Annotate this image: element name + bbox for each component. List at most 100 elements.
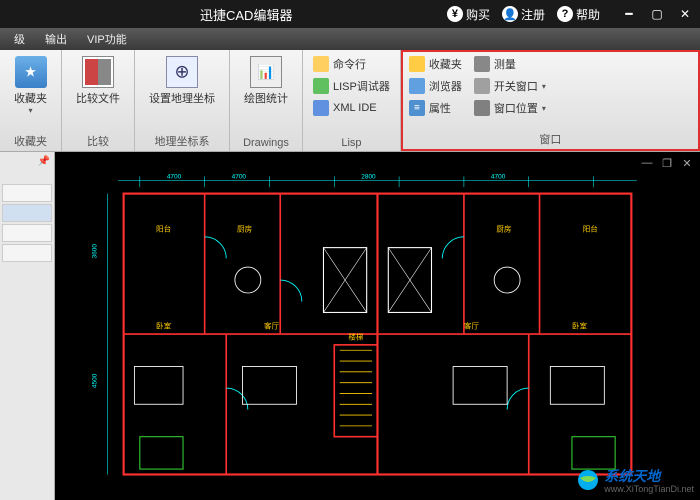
- minimize-button[interactable]: ━: [622, 7, 636, 21]
- group-window-highlighted: 收藏夹 浏览器 属性 测量 开关窗口 ▾: [401, 50, 700, 151]
- chevron-down-icon: ▾: [28, 106, 32, 115]
- svg-text:阳台: 阳台: [583, 223, 598, 233]
- geo-label: 设置地理坐标: [149, 90, 215, 106]
- xml-ide-button[interactable]: XML IDE: [309, 98, 394, 118]
- register-button[interactable]: 👤 注册: [502, 6, 545, 23]
- group-lisp-label: Lisp: [309, 135, 394, 149]
- svg-text:楼梯: 楼梯: [348, 331, 364, 341]
- svg-text:卧室: 卧室: [156, 321, 172, 331]
- svg-text:客厅: 客厅: [464, 321, 480, 331]
- measure-label: 测量: [494, 56, 516, 72]
- compare-files-button[interactable]: 比较文件: [68, 54, 128, 108]
- drawings-label: 绘图统计: [244, 90, 288, 106]
- drawing-canvas[interactable]: — ❐ ✕: [55, 152, 700, 500]
- svg-text:厨房: 厨房: [237, 223, 252, 233]
- help-button[interactable]: ? 帮助: [557, 6, 600, 23]
- group-drawings: 绘图统计 Drawings: [230, 50, 303, 151]
- watermark-text: 系统天地: [604, 466, 694, 486]
- group-geo-label: 地理坐标系: [141, 131, 223, 149]
- group-favorites-label: 收藏夹: [6, 131, 55, 149]
- canvas-restore-icon[interactable]: ❐: [660, 156, 674, 170]
- lisp-icon: [313, 78, 329, 94]
- group-drawings-label: Drawings: [236, 135, 296, 149]
- app-title: 迅捷CAD编辑器: [180, 5, 312, 24]
- ribbon: 收藏夹 ▾ 收藏夹 比较文件 比较 设置地理坐标 地理坐标系: [0, 50, 700, 152]
- floorplan-drawing: 阳台 厨房 卧室 客厅 阳台 厨房 卧室 客厅 楼梯 4700 4700 2800 4700…: [75, 172, 680, 496]
- properties-button[interactable]: 属性: [405, 98, 466, 118]
- xml-icon: [313, 100, 329, 116]
- ribbon-tabbar: 级 输出 VIP功能: [0, 28, 700, 50]
- pin-icon[interactable]: 📌: [38, 156, 50, 167]
- maximize-button[interactable]: ▢: [650, 7, 664, 21]
- favorites-label: 收藏夹: [14, 90, 47, 106]
- workspace: 📌 — ❐ ✕: [0, 152, 700, 500]
- tab-vip[interactable]: VIP功能: [77, 29, 137, 49]
- browser-label: 浏览器: [429, 78, 462, 94]
- svg-text:4700: 4700: [232, 173, 247, 180]
- watermark: 系统天地 www.XiTongTianDi.net: [576, 466, 694, 494]
- yen-icon: ¥: [447, 6, 463, 22]
- lisp-debugger-label: LISP调试器: [333, 78, 390, 94]
- svg-text:4500: 4500: [92, 373, 99, 388]
- set-geo-button[interactable]: 设置地理坐标: [141, 54, 223, 108]
- panel-item[interactable]: [2, 224, 52, 242]
- properties-label: 属性: [429, 100, 451, 116]
- user-icon: 👤: [502, 6, 518, 22]
- window-position-label: 窗口位置: [494, 100, 538, 116]
- measure-button[interactable]: 测量: [470, 54, 550, 74]
- lisp-debugger-button[interactable]: LISP调试器: [309, 76, 394, 96]
- svg-text:厨房: 厨房: [496, 223, 511, 233]
- ruler-icon: [474, 56, 490, 72]
- stats-icon: [250, 56, 282, 88]
- favorites-panel-label: 收藏夹: [429, 56, 462, 72]
- svg-text:阳台: 阳台: [156, 223, 171, 233]
- star-icon: [409, 56, 425, 72]
- globe-icon: [576, 468, 600, 492]
- drawing-stats-button[interactable]: 绘图统计: [236, 54, 296, 108]
- cmdline-button[interactable]: 命令行: [309, 54, 394, 74]
- group-window-label: 窗口: [405, 129, 696, 147]
- svg-text:4700: 4700: [167, 173, 182, 180]
- svg-text:2800: 2800: [361, 173, 376, 180]
- group-compare: 比较文件 比较: [62, 50, 135, 151]
- panel-item[interactable]: [2, 204, 52, 222]
- canvas-minimize-icon[interactable]: —: [640, 156, 654, 170]
- panel-item[interactable]: [2, 184, 52, 202]
- chevron-down-icon: ▾: [542, 104, 546, 113]
- compare-label: 比较文件: [76, 90, 120, 106]
- toggle-window-button[interactable]: 开关窗口 ▾: [470, 76, 550, 96]
- question-icon: ?: [557, 6, 573, 22]
- svg-text:卧室: 卧室: [572, 321, 588, 331]
- position-icon: [474, 100, 490, 116]
- canvas-close-icon[interactable]: ✕: [680, 156, 694, 170]
- svg-text:客厅: 客厅: [264, 321, 280, 331]
- group-compare-label: 比较: [68, 131, 128, 149]
- titlebar: 迅捷CAD编辑器 ¥ 购买 👤 注册 ? 帮助 ━ ▢ ✕: [0, 0, 700, 28]
- side-panel: 📌: [0, 152, 55, 500]
- favorites-button[interactable]: 收藏夹 ▾: [6, 54, 55, 117]
- window-icon: [474, 78, 490, 94]
- properties-icon: [409, 100, 425, 116]
- buy-button[interactable]: ¥ 购买: [447, 6, 490, 23]
- svg-text:4700: 4700: [491, 173, 506, 180]
- close-button[interactable]: ✕: [678, 7, 692, 21]
- chevron-down-icon: ▾: [542, 82, 546, 91]
- cmdline-label: 命令行: [333, 56, 366, 72]
- register-label: 注册: [521, 6, 545, 23]
- geo-icon: [166, 56, 198, 88]
- cmdline-icon: [313, 56, 329, 72]
- favorites-icon: [15, 56, 47, 88]
- panel-item[interactable]: [2, 244, 52, 262]
- group-lisp: 命令行 LISP调试器 XML IDE Lisp: [303, 50, 401, 151]
- group-geo: 设置地理坐标 地理坐标系: [135, 50, 230, 151]
- compare-icon: [82, 56, 114, 88]
- browser-button[interactable]: 浏览器: [405, 76, 466, 96]
- window-position-button[interactable]: 窗口位置 ▾: [470, 98, 550, 118]
- tab-advanced[interactable]: 级: [4, 29, 35, 49]
- favorites-panel-button[interactable]: 收藏夹: [405, 54, 466, 74]
- watermark-url: www.XiTongTianDi.net: [604, 484, 694, 494]
- toggle-window-label: 开关窗口: [494, 78, 538, 94]
- svg-text:3600: 3600: [92, 244, 99, 259]
- buy-label: 购买: [466, 6, 490, 23]
- tab-output[interactable]: 输出: [35, 29, 77, 49]
